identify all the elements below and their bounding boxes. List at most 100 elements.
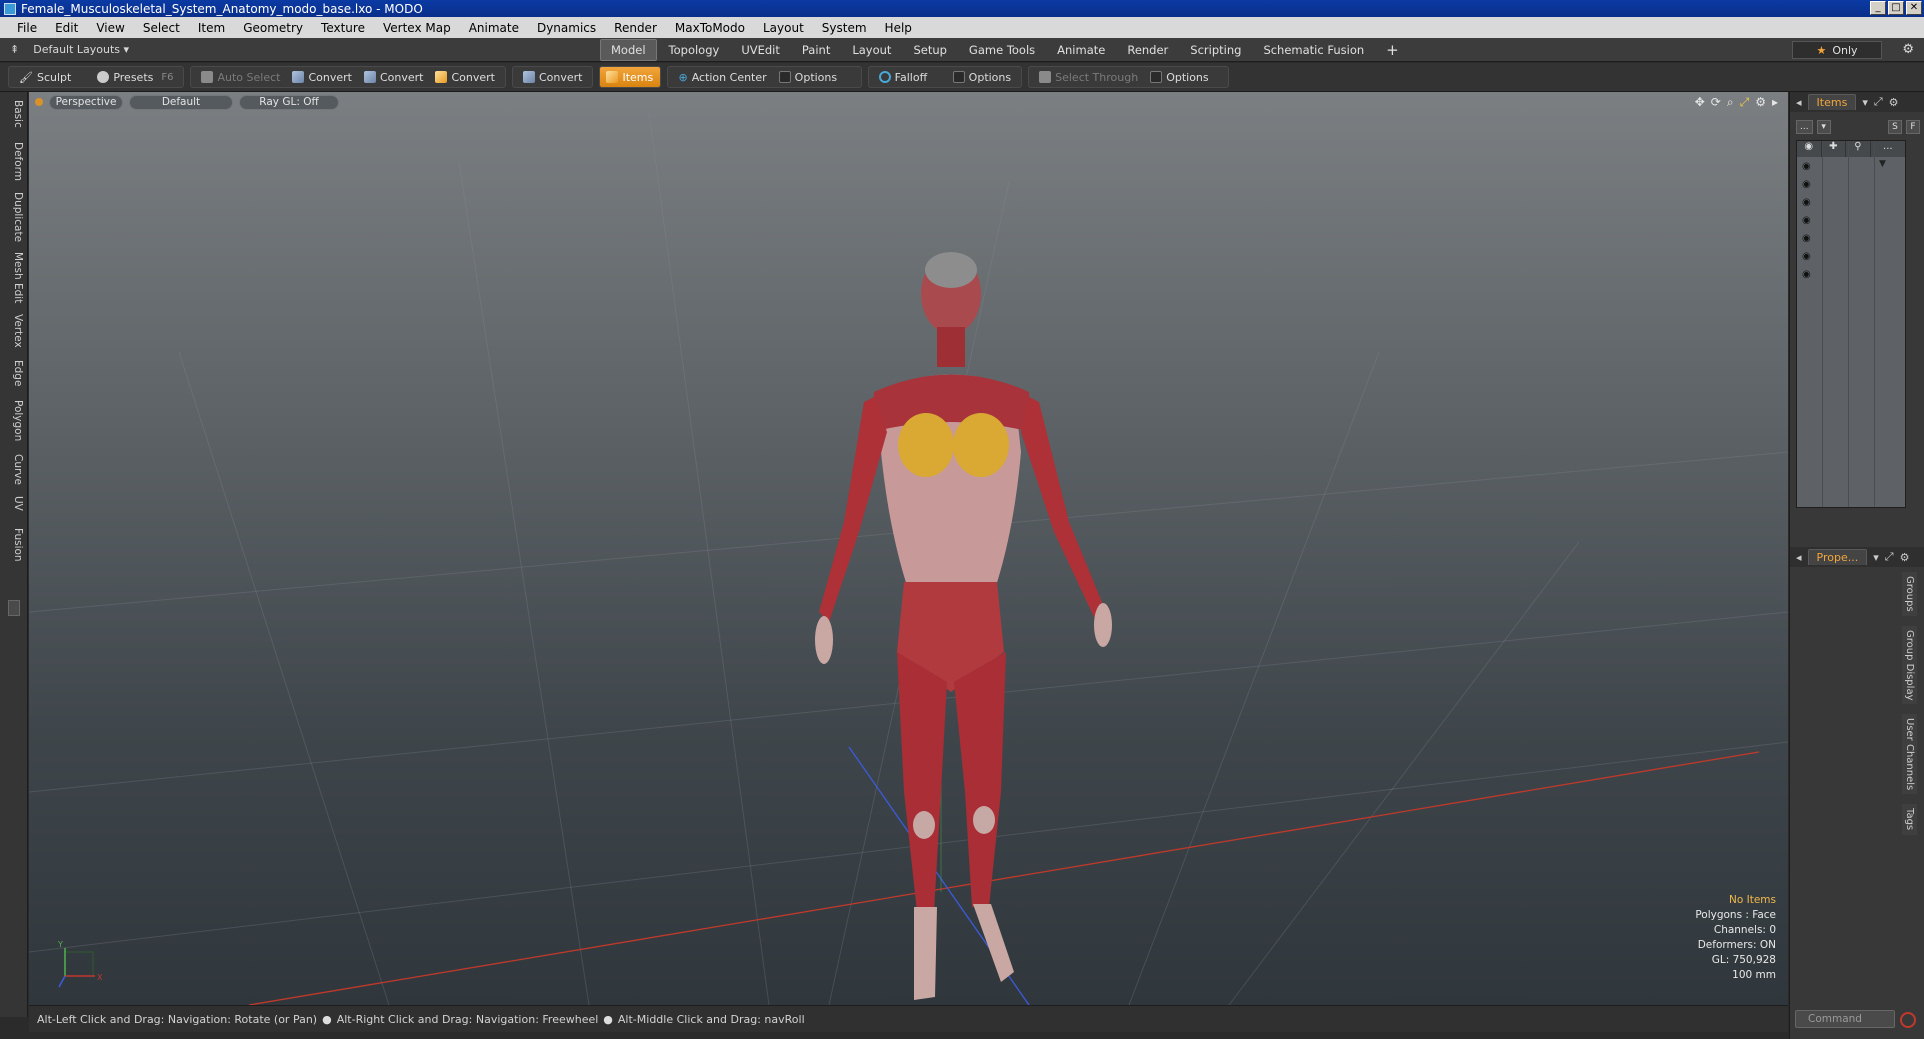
menu-edit[interactable]: Edit bbox=[46, 21, 87, 35]
rotate-icon[interactable]: ⟳ bbox=[1711, 95, 1721, 110]
dropdown-icon[interactable]: ▾ bbox=[1873, 551, 1879, 564]
menu-texture[interactable]: Texture bbox=[312, 21, 374, 35]
minimize-button[interactable]: _ bbox=[1870, 1, 1886, 15]
tab-schematic-fusion[interactable]: Schematic Fusion bbox=[1253, 40, 1374, 60]
tab-layout[interactable]: Layout bbox=[842, 40, 901, 60]
viewport-expand-icon[interactable]: ▸ bbox=[1772, 95, 1778, 110]
properties-tab[interactable]: Prope... bbox=[1807, 549, 1868, 565]
select-through-options-button[interactable]: Options bbox=[1144, 67, 1224, 87]
tab-user-channels[interactable]: User Channels bbox=[1902, 714, 1917, 795]
tab-scripting[interactable]: Scripting bbox=[1180, 40, 1251, 60]
eye-icon[interactable]: ◉ bbox=[1802, 215, 1816, 226]
panel-menu-icon[interactable]: ◂ bbox=[1796, 551, 1802, 564]
popout-icon[interactable]: ⤢ bbox=[1885, 550, 1894, 564]
tab-animate[interactable]: Animate bbox=[1047, 40, 1115, 60]
convert-edge-button[interactable]: Convert bbox=[358, 67, 430, 87]
tab-edge[interactable]: Edge bbox=[4, 360, 24, 386]
falloff-button[interactable]: Falloff bbox=[873, 67, 947, 87]
tab-paint[interactable]: Paint bbox=[792, 40, 840, 60]
tab-game-tools[interactable]: Game Tools bbox=[959, 40, 1045, 60]
viewport-settings-icon[interactable]: ⚙ bbox=[1755, 95, 1766, 110]
tab-vertex[interactable]: Vertex bbox=[4, 314, 24, 348]
auto-select-button[interactable]: Auto Select bbox=[195, 67, 286, 87]
view-type-selector[interactable]: Perspective bbox=[49, 94, 123, 110]
tab-fusion[interactable]: Fusion bbox=[4, 528, 24, 562]
visibility-column-icon[interactable]: ◉ bbox=[1797, 141, 1822, 157]
menu-select[interactable]: Select bbox=[134, 21, 189, 35]
axis-gizmo[interactable]: Y X bbox=[57, 940, 103, 988]
tab-deform[interactable]: Deform bbox=[4, 142, 24, 181]
items-tab[interactable]: Items bbox=[1807, 94, 1857, 110]
tab-groups[interactable]: Groups bbox=[1902, 572, 1917, 616]
lock-column-icon[interactable]: ✚ bbox=[1822, 141, 1847, 157]
eye-icon[interactable]: ◉ bbox=[1802, 269, 1816, 280]
panel-menu-icon[interactable]: ◂ bbox=[1796, 96, 1802, 109]
tab-curve[interactable]: Curve bbox=[4, 454, 24, 485]
pan-icon[interactable]: ✥ bbox=[1695, 95, 1705, 110]
gear-icon[interactable]: ⚙ bbox=[1902, 42, 1914, 57]
record-icon[interactable] bbox=[1900, 1012, 1916, 1028]
menu-render[interactable]: Render bbox=[605, 21, 666, 35]
tab-model[interactable]: Model bbox=[600, 38, 657, 61]
tab-setup[interactable]: Setup bbox=[903, 40, 956, 60]
3d-viewport[interactable]: Y X Perspective Default Ray GL: Off ✥ ⟳ … bbox=[29, 92, 1788, 1005]
falloff-options-button[interactable]: Options bbox=[947, 67, 1017, 87]
tab-uvedit[interactable]: UVEdit bbox=[731, 40, 790, 60]
convert-item-button[interactable]: Convert bbox=[517, 67, 589, 87]
render-column-icon[interactable]: ⚲ bbox=[1846, 141, 1871, 157]
default-layouts-dropdown[interactable]: Default Layouts ▾ bbox=[33, 43, 129, 56]
viewport-menu-icon[interactable] bbox=[35, 98, 43, 106]
menu-layout[interactable]: Layout bbox=[754, 21, 813, 35]
convert-vertex-button[interactable]: Convert bbox=[286, 67, 358, 87]
items-f-button[interactable]: F bbox=[1906, 120, 1920, 134]
tab-tags[interactable]: Tags bbox=[1902, 804, 1917, 835]
eye-icon[interactable]: ◉ bbox=[1802, 161, 1816, 172]
more-columns[interactable]: ... bbox=[1871, 141, 1905, 157]
items-dropdown-button[interactable]: ▾ bbox=[1816, 120, 1831, 134]
eye-icon[interactable]: ◉ bbox=[1802, 251, 1816, 262]
eye-icon[interactable]: ◉ bbox=[1802, 233, 1816, 244]
items-list[interactable]: ◉ ✚ ⚲ ... ◉ ◉ ◉ ◉ ◉ ◉ ◉ ▼ bbox=[1796, 140, 1906, 508]
tab-mesh-edit[interactable]: Mesh Edit bbox=[4, 252, 24, 303]
pin-icon[interactable]: ⇞ bbox=[10, 43, 19, 56]
zoom-icon[interactable]: ⌕ bbox=[1727, 95, 1734, 110]
panel-gear-icon[interactable]: ⚙ bbox=[1889, 96, 1899, 109]
add-tab-button[interactable]: + bbox=[1376, 38, 1409, 62]
raygl-toggle[interactable]: Ray GL: Off bbox=[239, 94, 339, 110]
menu-item[interactable]: Item bbox=[189, 21, 234, 35]
menu-file[interactable]: File bbox=[8, 21, 46, 35]
sculpt-button[interactable]: 🖌 Sculpt bbox=[13, 67, 77, 87]
shading-selector[interactable]: Default bbox=[129, 94, 233, 110]
action-options-button[interactable]: Options bbox=[773, 67, 857, 87]
menu-dynamics[interactable]: Dynamics bbox=[528, 21, 605, 35]
items-s-button[interactable]: S bbox=[1888, 120, 1902, 134]
menu-view[interactable]: View bbox=[87, 21, 133, 35]
select-through-button[interactable]: Select Through bbox=[1033, 67, 1144, 87]
tab-uv[interactable]: UV bbox=[4, 496, 24, 511]
maximize-button[interactable]: □ bbox=[1888, 1, 1904, 15]
menu-vertex-map[interactable]: Vertex Map bbox=[374, 21, 460, 35]
eye-icon[interactable]: ◉ bbox=[1802, 179, 1816, 190]
dropdown-icon[interactable]: ▾ bbox=[1862, 96, 1868, 109]
items-menu-button[interactable]: ... bbox=[1796, 120, 1813, 134]
convert-polygon-button[interactable]: Convert bbox=[429, 67, 501, 87]
menu-maxtomodo[interactable]: MaxToModo bbox=[666, 21, 754, 35]
tab-duplicate[interactable]: Duplicate bbox=[4, 192, 24, 242]
tab-polygon[interactable]: Polygon bbox=[4, 400, 24, 441]
tab-topology[interactable]: Topology bbox=[659, 40, 730, 60]
eye-icon[interactable]: ◉ bbox=[1802, 197, 1816, 208]
items-mode-button[interactable]: Items bbox=[600, 67, 661, 87]
tab-group-display[interactable]: Group Display bbox=[1902, 625, 1917, 705]
presets-button[interactable]: Presets F6 bbox=[91, 67, 179, 87]
action-center-button[interactable]: ⊕ Action Center bbox=[672, 67, 772, 87]
left-panel-handle[interactable] bbox=[8, 600, 20, 616]
menu-animate[interactable]: Animate bbox=[460, 21, 528, 35]
fit-icon[interactable]: ⤢ bbox=[1740, 95, 1750, 110]
only-button[interactable]: ★ Only bbox=[1792, 41, 1882, 59]
tab-render[interactable]: Render bbox=[1117, 40, 1178, 60]
menu-help[interactable]: Help bbox=[876, 21, 921, 35]
expand-triangle-icon[interactable]: ▼ bbox=[1879, 159, 1886, 169]
menu-system[interactable]: System bbox=[813, 21, 876, 35]
panel-gear-icon[interactable]: ⚙ bbox=[1900, 551, 1910, 564]
menu-geometry[interactable]: Geometry bbox=[234, 21, 312, 35]
